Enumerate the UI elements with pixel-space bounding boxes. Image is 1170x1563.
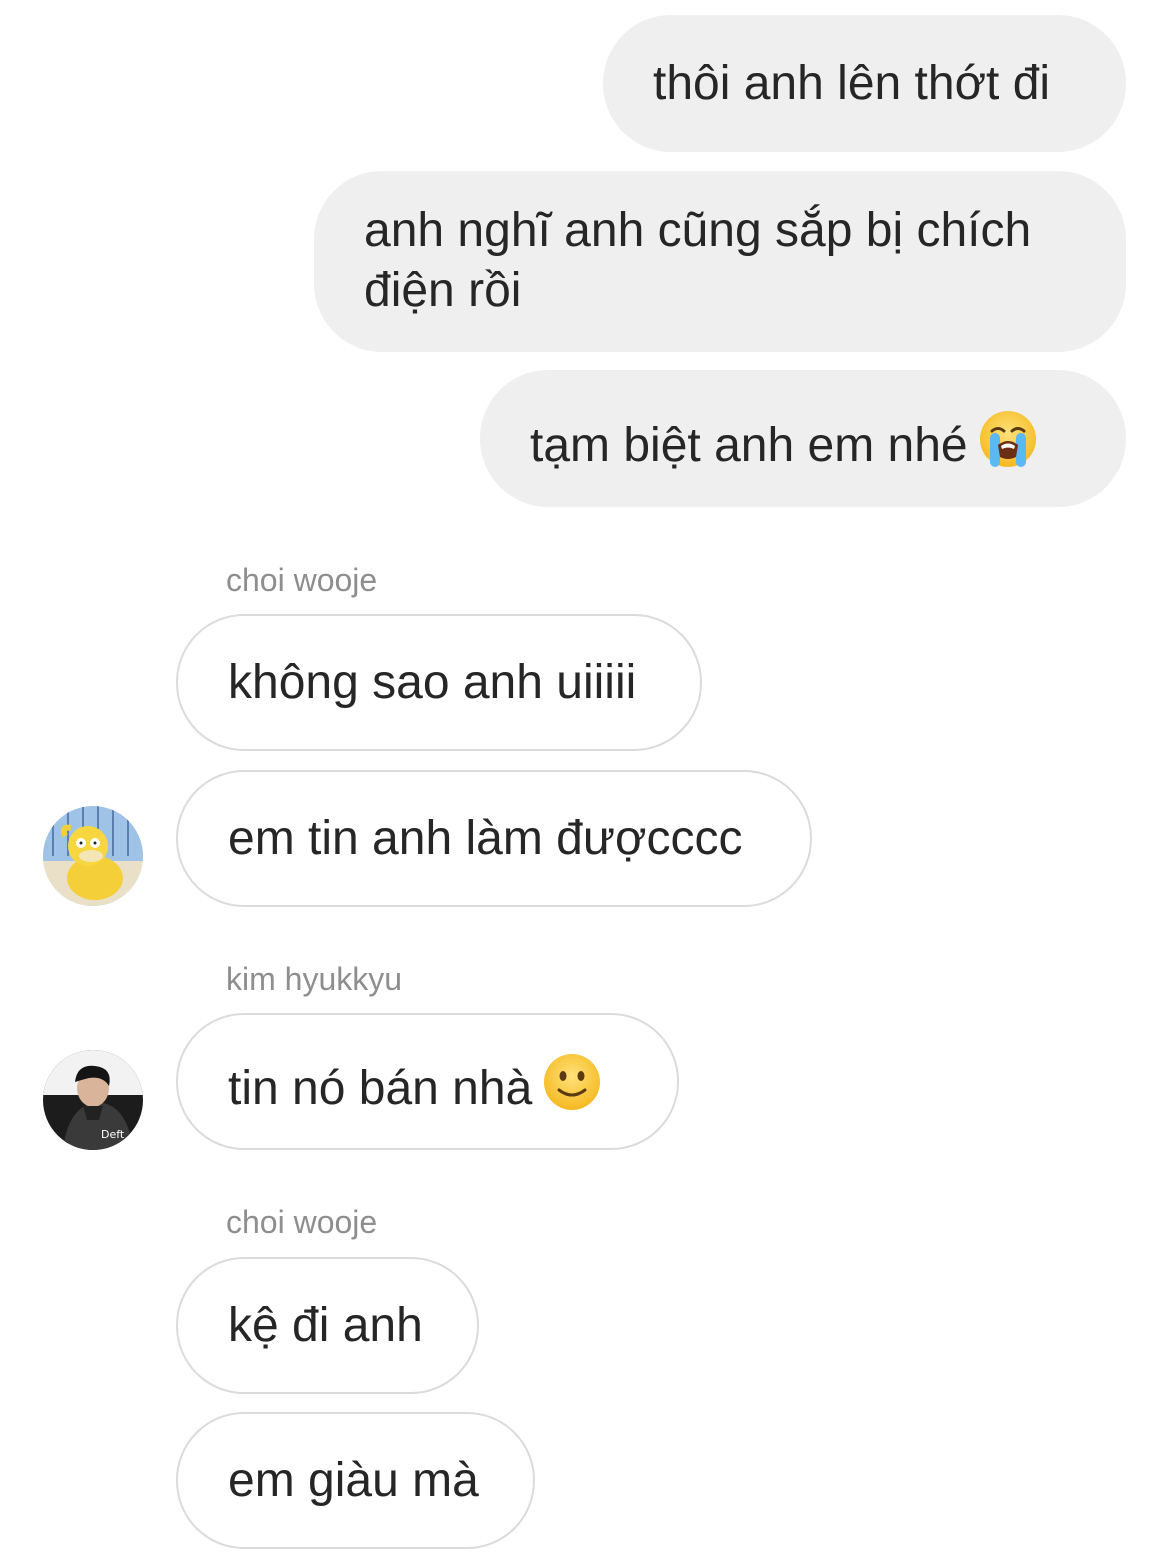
loudly-crying-face-icon — [978, 409, 1038, 484]
incoming-message[interactable]: kệ đi anh — [176, 1257, 479, 1394]
slightly-smiling-face-icon — [542, 1052, 602, 1127]
incoming-message[interactable]: không sao anh uiiiii — [176, 614, 702, 751]
sender-name: choi wooje — [226, 1204, 378, 1240]
psyduck-avatar[interactable] — [43, 806, 143, 906]
message-text: anh nghĩ anh cũng sắp bị chích điện rồi — [364, 204, 1032, 317]
message-text: tạm biệt anh em nhé — [530, 419, 968, 472]
outgoing-message[interactable]: tạm biệt anh em nhé — [480, 370, 1126, 507]
message-text: không sao anh uiiiii — [228, 656, 637, 709]
avatar-label: Deft — [101, 1128, 125, 1141]
incoming-message[interactable]: tin nó bán nhà — [176, 1013, 679, 1150]
deft-avatar[interactable]: Deft — [43, 1050, 143, 1150]
message-text: em tin anh làm đượcccc — [228, 812, 743, 865]
sender-name: choi wooje — [226, 562, 378, 598]
incoming-message[interactable]: em tin anh làm đượcccc — [176, 770, 812, 907]
message-text: em giàu mà — [228, 1454, 479, 1507]
outgoing-message[interactable]: thôi anh lên thớt đi — [603, 15, 1126, 152]
message-text: tin nó bán nhà — [228, 1062, 533, 1115]
incoming-message[interactable]: em giàu mà — [176, 1412, 535, 1549]
message-text: thôi anh lên thớt đi — [653, 57, 1051, 110]
sender-name: kim hyukkyu — [226, 961, 403, 997]
outgoing-message[interactable]: anh nghĩ anh cũng sắp bị chích điện rồi — [314, 171, 1126, 352]
message-text: kệ đi anh — [228, 1299, 423, 1352]
